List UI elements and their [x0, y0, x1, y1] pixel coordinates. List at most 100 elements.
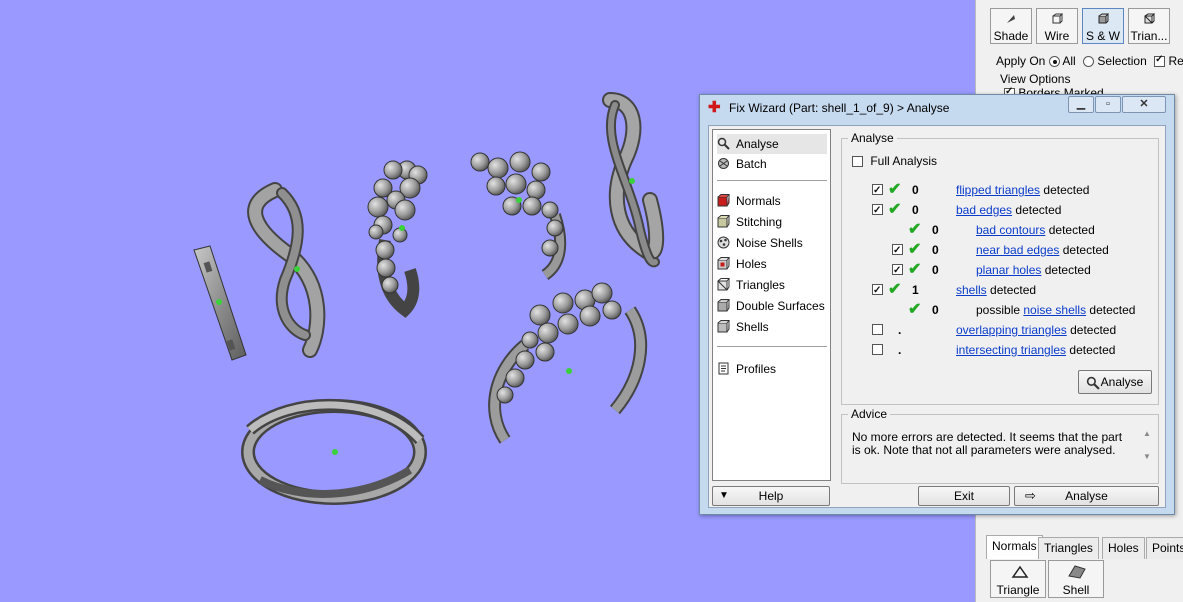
shade-wire-button[interactable]: S & W [1082, 8, 1124, 44]
sidebar-item-profiles[interactable]: Profiles [717, 359, 827, 379]
wire-button[interactable]: Wire [1036, 8, 1078, 44]
flipped-triangles-checkbox[interactable] [872, 182, 883, 200]
help-button[interactable]: ▼ Help [712, 486, 830, 506]
ring-part-cluster-2 [470, 151, 567, 280]
result-row-bad-contours: ✔ 0 bad contours detected [872, 221, 1152, 239]
triangles-view-button[interactable]: Trian... [1128, 8, 1170, 44]
tab-holes[interactable]: Holes [1102, 537, 1145, 559]
detected-text: detected [990, 283, 1037, 297]
check-mark-icon: ✔ [888, 201, 902, 218]
analyse-group: Analyse Full Analysis ✔ 0 flipped triang… [841, 131, 1159, 405]
noise-shells-link[interactable]: noise shells [1023, 303, 1086, 317]
sidebar-label-triangles: Triangles [736, 278, 785, 292]
exit-button[interactable]: Exit [918, 486, 1010, 506]
noise-shells-icon [717, 236, 730, 249]
intersecting-triangles-checkbox[interactable] [872, 344, 883, 355]
bad-edges-count: 0 [912, 203, 919, 217]
sidebar-item-stitching[interactable]: Stitching [717, 212, 827, 232]
detected-text: detected [1015, 203, 1062, 217]
sidebar-item-normals[interactable]: Normals [717, 191, 827, 211]
shade-wire-icon [1098, 13, 1109, 24]
overlapping-triangles-link[interactable]: overlapping triangles [956, 323, 1067, 337]
overlapping-triangles-count: . [898, 323, 902, 337]
ring-part-strip [193, 245, 247, 361]
advice-scrollbar[interactable]: ▲ ▼ [1142, 429, 1152, 475]
analyse-next-button[interactable]: ⇨ Analyse [1014, 486, 1159, 506]
sidebar-item-holes[interactable]: Holes [717, 254, 827, 274]
shells-checkbox[interactable] [872, 282, 883, 300]
sidebar-label-shells: Shells [736, 320, 769, 334]
detected-text: detected [1043, 183, 1090, 197]
maximize-button[interactable]: ▫ [1095, 96, 1121, 113]
apply-selection-label: Selection [1097, 54, 1147, 68]
shade-button[interactable]: Shade [990, 8, 1032, 44]
double-surfaces-icon [717, 299, 730, 312]
sidebar-item-triangles[interactable]: Triangles [717, 275, 827, 295]
planar-holes-checkbox[interactable] [892, 262, 903, 280]
detected-text: detected [1062, 243, 1109, 257]
wizard-sidebar: Analyse Batch Normals Stitching Noise Sh… [712, 129, 831, 481]
rea-label: Rea [1168, 54, 1183, 68]
result-row-bad-edges: ✔ 0 bad edges detected [872, 201, 1152, 220]
rea-checkbox[interactable] [1154, 54, 1166, 68]
bad-edges-checkbox[interactable] [872, 202, 883, 220]
fix-wizard-dialog: ✚ Fix Wizard (Part: shell_1_of_9) > Anal… [699, 94, 1175, 515]
near-bad-edges-checkbox[interactable] [892, 242, 903, 260]
analyse-run-button[interactable]: Analyse [1078, 370, 1152, 394]
sidebar-item-double-surfaces[interactable]: Double Surfaces [717, 296, 827, 316]
red-cross-icon: ✚ [708, 99, 721, 116]
sidebar-separator [717, 346, 827, 347]
apply-selection-radio[interactable] [1083, 56, 1095, 68]
bad-contours-link[interactable]: bad contours [976, 223, 1045, 237]
near-bad-edges-link[interactable]: near bad edges [976, 243, 1059, 257]
result-row-planar-holes: ✔ 0 planar holes detected [872, 261, 1152, 280]
planar-holes-link[interactable]: planar holes [976, 263, 1041, 277]
flipped-triangles-link[interactable]: flipped triangles [956, 183, 1040, 197]
bad-contours-count: 0 [932, 223, 939, 237]
sidebar-item-shells[interactable]: Shells [717, 317, 827, 337]
shade-label: Shade [993, 29, 1029, 43]
sidebar-item-analyse[interactable]: Analyse [717, 134, 827, 154]
sidebar-separator [717, 180, 827, 181]
ring-part-cluster-3 [488, 282, 648, 444]
shell-icon [1068, 565, 1086, 579]
ring-part-twist-band [247, 182, 326, 358]
dialog-titlebar[interactable]: ✚ Fix Wizard (Part: shell_1_of_9) > Anal… [700, 95, 1174, 121]
sidebar-item-batch[interactable]: Batch [717, 154, 827, 174]
sidebar-item-noise-shells[interactable]: Noise Shells [717, 233, 827, 253]
triangle-label: Triangle [996, 583, 1040, 597]
result-row-overlapping-triangles: . overlapping triangles detected [872, 321, 1152, 339]
near-bad-edges-count: 0 [932, 243, 939, 257]
tab-normals[interactable]: Normals [986, 535, 1043, 559]
sidebar-label-holes: Holes [736, 257, 767, 271]
check-mark-icon: ✔ [908, 261, 922, 278]
apply-all-radio[interactable] [1048, 56, 1060, 68]
wire-label: Wire [1044, 29, 1070, 43]
shells-icon [717, 320, 730, 333]
arrow-right-icon: ⇨ [1025, 488, 1036, 503]
bad-edges-link[interactable]: bad edges [956, 203, 1012, 217]
full-analysis-checkbox[interactable] [852, 156, 863, 168]
ring-part-cluster-1 [367, 160, 428, 318]
triangle-button[interactable]: Triangle [990, 560, 1046, 598]
result-row-shells: ✔ 1 shells detected [872, 281, 1152, 300]
flipped-triangles-count: 0 [912, 183, 919, 197]
tab-triangles[interactable]: Triangles [1038, 537, 1099, 559]
overlapping-triangles-checkbox[interactable] [872, 324, 883, 335]
shells-link[interactable]: shells [956, 283, 987, 297]
minimize-button[interactable]: ▁ [1068, 96, 1094, 113]
check-mark-icon: ✔ [908, 301, 922, 318]
advice-group-title: Advice [848, 407, 891, 421]
shell-button[interactable]: Shell [1048, 560, 1104, 598]
detected-text: detected [1048, 223, 1095, 237]
magnifier-icon [1086, 376, 1100, 390]
close-button[interactable]: ✕ [1122, 96, 1166, 113]
tab-points[interactable]: Points [1146, 537, 1183, 559]
intersecting-triangles-link[interactable]: intersecting triangles [956, 343, 1066, 357]
shade-wire-label: S & W [1085, 29, 1120, 43]
apply-all-label: All [1062, 54, 1076, 68]
check-mark-icon: ✔ [908, 221, 922, 238]
ring-part-tall-band [602, 92, 665, 268]
help-label: Help [758, 489, 784, 503]
triangles-icon [717, 278, 730, 291]
